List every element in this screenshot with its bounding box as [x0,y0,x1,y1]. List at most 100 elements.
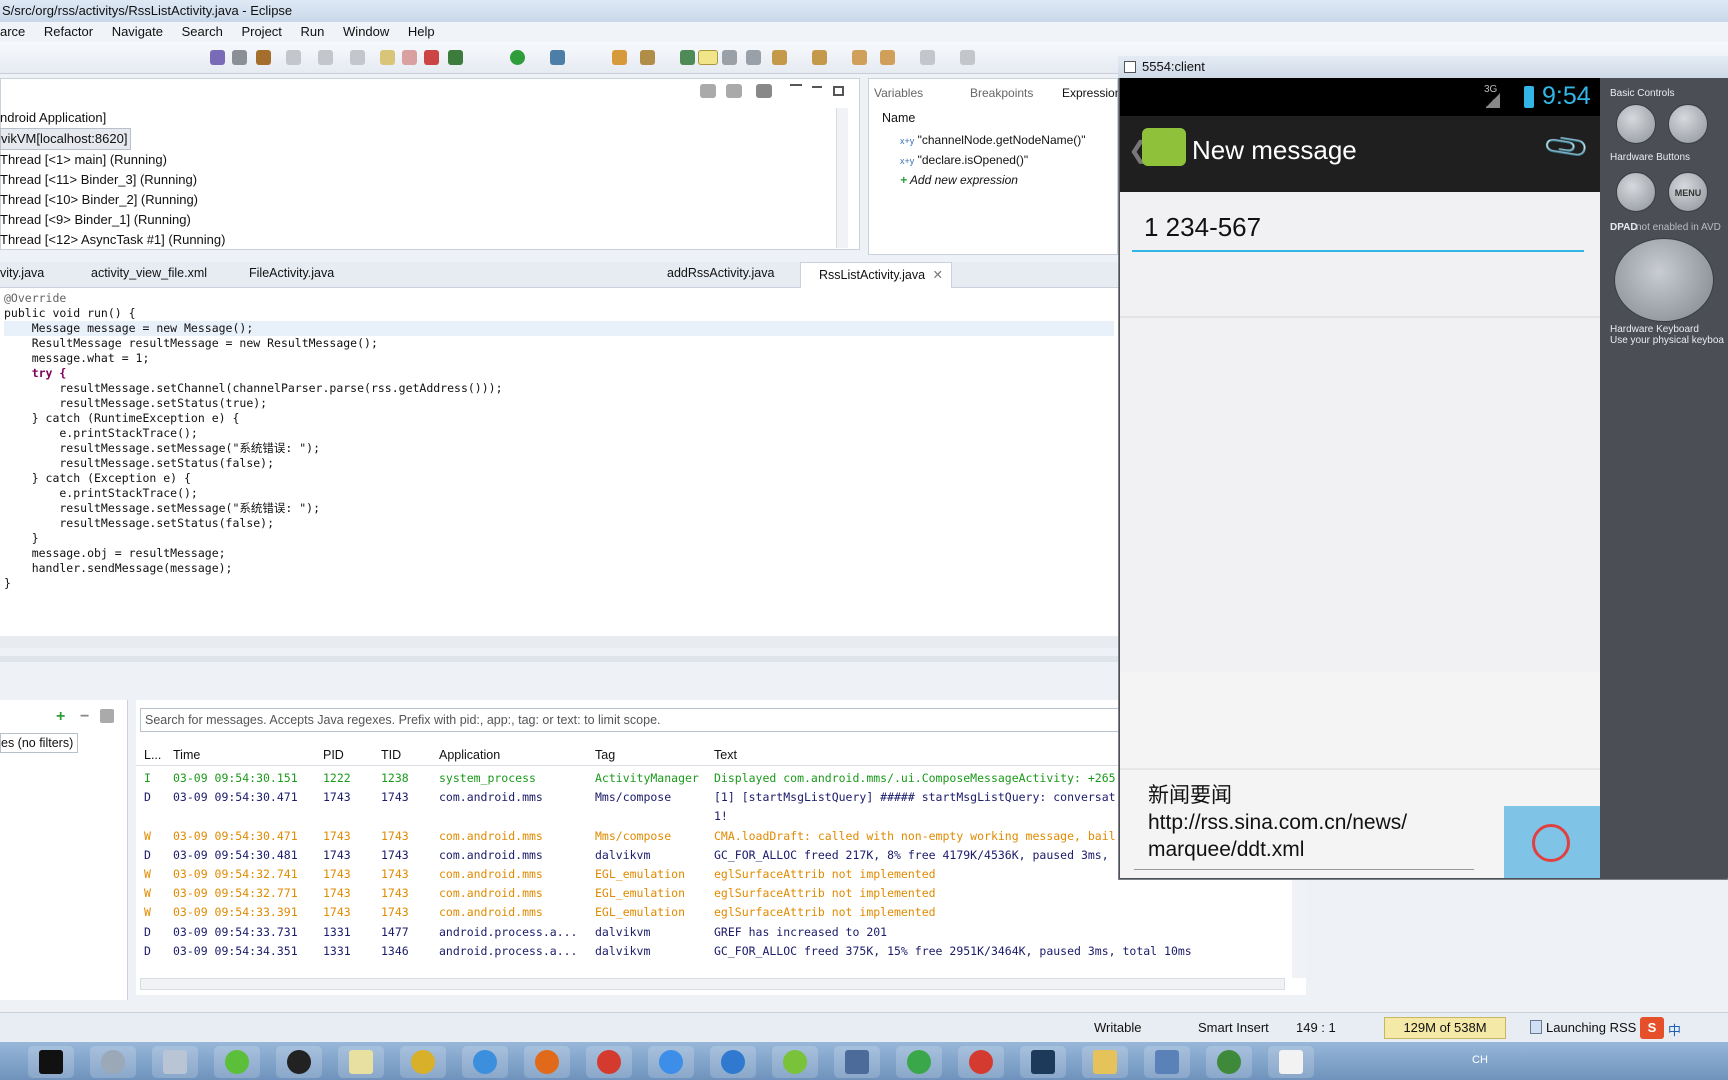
menu-search[interactable]: Search [182,24,223,39]
notepad-icon[interactable] [338,1046,384,1078]
sogou-ime-icon[interactable]: S [1640,1017,1664,1039]
menu-project[interactable]: Project [241,24,281,39]
log-row[interactable]: W 03-09 09:54:32.771 1743 1743 com.android.m… [136,883,1306,904]
skip-icon[interactable] [256,50,271,65]
editor-scrollbar[interactable] [0,636,1120,648]
log-row[interactable]: W 03-09 09:54:33.391 1743 1743 com.android.m… [136,902,1306,923]
tree-item[interactable]: Thread [<10> Binder_2] (Running) [0,190,225,210]
menu-source[interactable]: arce [0,24,25,39]
logcat-hscrollbar[interactable] [140,978,1285,990]
menu-navigate[interactable]: Navigate [112,24,163,39]
tab-add-rss-activity[interactable]: addRssActivity.java [667,266,774,280]
firefox-icon[interactable] [524,1046,570,1078]
toggle-block-icon[interactable] [722,50,737,65]
volume-down-button[interactable] [1616,104,1656,144]
minimize-icon[interactable] [812,86,822,88]
qq-icon[interactable] [276,1046,322,1078]
remove-all-icon[interactable] [726,84,742,98]
archive-icon[interactable] [1144,1046,1190,1078]
maximize-icon[interactable] [833,86,844,96]
menu-help[interactable]: Help [408,24,435,39]
code-editor[interactable]: @Override public void run() { Message me… [0,288,1120,638]
tab-variables[interactable]: Variables [874,86,923,100]
chrome-icon[interactable] [958,1046,1004,1078]
whitespace-icon[interactable] [746,50,761,65]
add-expression-row[interactable]: + Add new expression [900,173,1018,187]
tab-vity-java[interactable]: vity.java [0,266,44,280]
baidu-icon[interactable] [648,1046,694,1078]
status-job[interactable]: Launching RSS [1546,1020,1636,1035]
col-text[interactable]: Text [714,748,737,762]
menu-run[interactable]: Run [301,24,325,39]
settings-icon[interactable] [90,1046,136,1078]
debug-icon[interactable] [448,50,463,65]
tab-rss-list-activity[interactable]: RssListActivity.java ✕ [800,262,953,288]
col-pid[interactable]: PID [323,748,344,762]
chrome-icon[interactable] [586,1046,632,1078]
next-annotation-icon[interactable] [812,50,827,65]
resume-icon[interactable] [380,50,395,65]
home-button[interactable] [1616,172,1656,212]
message-field[interactable]: 新闻要闻 http://rss.sina.com.cn/news/ marque… [1134,780,1474,870]
remove-launch-icon[interactable] [700,84,716,98]
debug-scrollbar[interactable] [836,108,848,248]
new-class-icon[interactable] [612,50,627,65]
tab-breakpoints[interactable]: Breakpoints [970,86,1033,100]
remove-filter-icon[interactable]: − [80,708,89,726]
app-e-icon[interactable] [896,1046,942,1078]
cmd-icon[interactable] [28,1046,74,1078]
tree-item[interactable]: Thread [<12> AsyncTask #1] (Running) [0,230,225,250]
tree-item[interactable]: Thread [<1> main] (Running) [0,150,225,170]
filter-item[interactable]: es (no filters) [0,733,78,753]
open-type-icon[interactable] [640,50,655,65]
disabled-icon[interactable] [350,50,365,65]
logcat-search-input[interactable]: Search for messages. Accepts Java regexe… [140,708,1120,732]
volume-up-button[interactable] [1668,104,1708,144]
forward-icon[interactable] [880,50,895,65]
calculator-icon[interactable] [152,1046,198,1078]
add-filter-icon[interactable]: + [56,708,65,726]
tab-activity-view-file[interactable]: activity_view_file.xml [91,266,207,280]
document-icon[interactable] [1268,1046,1314,1078]
tree-item[interactable]: Thread [<11> Binder_3] (Running) [0,170,225,190]
col-level[interactable]: L... [144,748,161,762]
attach-icon[interactable]: 📎 [1541,122,1592,173]
app-leaf-icon[interactable] [772,1046,818,1078]
tree-item[interactable]: ndroid Application] [0,108,225,128]
external-tools-icon[interactable] [550,50,565,65]
edit-filter-icon[interactable] [100,709,114,723]
heap-status[interactable]: 129M of 538M [1384,1017,1506,1039]
messaging-app-icon[interactable] [1142,128,1186,166]
view-menu-icon[interactable] [790,84,802,96]
step-filter-icon[interactable] [756,84,772,98]
suspend-icon[interactable] [402,50,417,65]
log-row[interactable]: D 03-09 09:54:33.731 1331 1477 android.proce… [136,922,1306,943]
folder-icon[interactable] [1082,1046,1128,1078]
disabled-icon[interactable] [286,50,301,65]
send-button[interactable] [1504,806,1600,878]
step-icon[interactable] [210,50,225,65]
dpad[interactable] [1614,238,1714,322]
app-green-icon[interactable] [214,1046,260,1078]
lang-indicator[interactable]: CH [1472,1054,1488,1066]
col-tid[interactable]: TID [381,748,401,762]
disabled-icon[interactable] [318,50,333,65]
log-row[interactable]: D 03-09 09:54:34.351 1331 1346 android.proce… [136,941,1306,962]
col-tag[interactable]: Tag [595,748,615,762]
list-icon[interactable] [232,50,247,65]
perspective-icon[interactable] [960,50,975,65]
close-icon[interactable]: ✕ [933,268,943,282]
menu-window[interactable]: Window [343,24,389,39]
app-list-icon[interactable] [834,1046,880,1078]
ultraedit-icon[interactable] [400,1046,446,1078]
menu-refactor[interactable]: Refactor [44,24,93,39]
terminal-icon[interactable] [1020,1046,1066,1078]
annotation-icon[interactable] [772,50,787,65]
run-icon[interactable] [510,50,525,65]
braces-icon[interactable] [1206,1046,1252,1078]
back-icon[interactable] [852,50,867,65]
ime-mode[interactable]: 中 [1668,1020,1681,1039]
mark-occurrences-icon[interactable] [698,50,718,65]
cloud-icon[interactable] [710,1046,756,1078]
terminate-icon[interactable] [424,50,439,65]
